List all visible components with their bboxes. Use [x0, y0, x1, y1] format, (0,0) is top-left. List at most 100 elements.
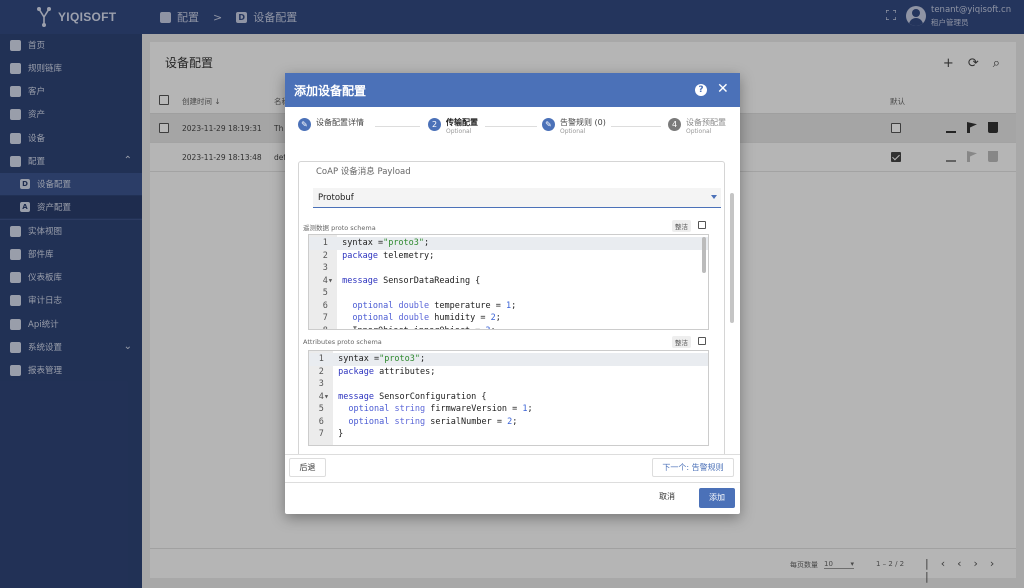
step-sub: Optional	[686, 128, 712, 135]
dialog-body: CoAP 设备消息 Payload Protobuf 遥测数据 proto sc…	[289, 153, 736, 455]
code-line[interactable]: 5	[309, 287, 708, 300]
code-line[interactable]: 1 syntax ="proto3";	[309, 353, 708, 366]
step-transport[interactable]: 2 传输配置 Optional	[428, 118, 478, 136]
code-line[interactable]: 5 optional string firmwareVersion = 1;	[309, 403, 708, 416]
code-token: ;	[511, 300, 517, 311]
code-token: package	[338, 366, 374, 377]
dropdown-arrow-icon	[711, 195, 717, 199]
divider	[285, 454, 740, 455]
stepper: ✎ 设备配置详情 2 传输配置 Optional ✎ 告警规则 (0) Option…	[285, 118, 740, 148]
code-token: SensorConfiguration {	[373, 391, 487, 402]
line-number: 7	[318, 429, 329, 439]
step-alarm-rules[interactable]: ✎ 告警规则 (0) Optional	[542, 118, 606, 136]
line-number: 4▾	[318, 391, 329, 402]
attributes-schema-editor[interactable]: 1 syntax ="proto3"; 2 package attributes;…	[308, 350, 709, 446]
tidy-button[interactable]: 整洁	[672, 336, 691, 348]
edit-icon: ✎	[542, 118, 555, 131]
code-line[interactable]: 3	[309, 378, 708, 391]
code-token: ;	[512, 416, 518, 427]
code-token: ;	[420, 354, 426, 364]
step-sub: Optional	[446, 128, 472, 135]
code-line[interactable]: 8 InnerObject innerObject = 3;	[309, 325, 708, 330]
step-label: 告警规则 (0)	[560, 118, 606, 127]
line-number: 6	[318, 416, 329, 427]
code-token: syntax =	[338, 354, 380, 364]
step-number: 2	[428, 118, 441, 131]
dialog-title: 添加设备配置	[294, 84, 367, 98]
payload-fieldset: CoAP 设备消息 Payload Protobuf 遥测数据 proto sc…	[298, 161, 725, 455]
attributes-schema-label: Attributes proto schema	[303, 338, 382, 346]
line-number: 7	[322, 313, 333, 323]
editor-scrollbar[interactable]	[702, 237, 706, 273]
code-token: SensorDataReading {	[377, 275, 481, 286]
code-token: ;	[491, 326, 496, 330]
code-line[interactable]: 3	[309, 262, 708, 275]
step-sub: Optional	[560, 128, 586, 135]
code-token: syntax =	[342, 238, 384, 248]
close-icon[interactable]: ✕	[717, 81, 729, 97]
code-token: temperature =	[429, 300, 506, 311]
code-token: InnerObject innerObject =	[342, 326, 485, 330]
dialog-scrollbar[interactable]	[730, 193, 734, 323]
divider	[285, 482, 740, 483]
line-number: 2	[318, 366, 329, 377]
step-number: 4	[668, 118, 681, 131]
fullscreen-icon[interactable]	[698, 337, 706, 345]
line-number: 6	[322, 300, 333, 311]
code-token: message	[338, 391, 374, 402]
code-token: "proto3"	[379, 354, 421, 364]
telemetry-schema-label: 遥测数据 proto schema	[303, 224, 376, 232]
code-line[interactable]: 1 syntax ="proto3";	[309, 237, 708, 250]
code-line[interactable]: 4▾ message SensorDataReading {	[309, 275, 708, 288]
step-provisioning[interactable]: 4 设备预配置 Optional	[668, 118, 726, 136]
help-icon[interactable]: ?	[695, 84, 707, 96]
code-line[interactable]: 2 package telemetry;	[309, 250, 708, 263]
code-line[interactable]: 4▾ message SensorConfiguration {	[309, 391, 708, 404]
step-label: 传输配置	[446, 118, 478, 127]
code-token: }	[338, 429, 344, 439]
code-line[interactable]: 7 }	[309, 428, 708, 441]
code-line[interactable]: 6 optional string serialNumber = 2;	[309, 416, 708, 429]
payload-type-value: Protobuf	[318, 193, 354, 203]
line-number: 3	[318, 379, 329, 389]
code-token: telemetry;	[377, 250, 435, 261]
line-number: 1	[322, 238, 333, 248]
code-line[interactable]: 6 optional double temperature = 1;	[309, 300, 708, 313]
add-button[interactable]: 添加	[699, 488, 735, 508]
code-token: double	[398, 313, 430, 323]
line-number: 8	[309, 325, 337, 330]
code-token: ;	[527, 404, 533, 414]
add-device-profile-dialog: 添加设备配置 ? ✕ ✎ 设备配置详情 2 传输配置 Optional ✎ 告警规…	[285, 73, 740, 514]
step-device-profile-details[interactable]: ✎ 设备配置详情	[298, 118, 364, 131]
next-button[interactable]: 下一个: 告警规则	[652, 458, 734, 477]
line-number: 3	[322, 263, 333, 273]
code-token: serialNumber =	[425, 416, 508, 427]
dialog-header: 添加设备配置 ? ✕	[285, 73, 740, 107]
code-token: optional	[352, 313, 394, 323]
code-token: optional	[348, 416, 390, 427]
back-button[interactable]: 后退	[289, 458, 326, 477]
code-line[interactable]: 7 optional double humidity = 2;	[309, 312, 708, 325]
step-connector	[485, 126, 537, 127]
step-connector	[375, 126, 420, 127]
cancel-button[interactable]: 取消	[659, 491, 675, 502]
line-number: 4▾	[322, 275, 333, 286]
code-token: package	[342, 250, 378, 261]
code-token: firmwareVersion =	[425, 404, 523, 414]
fullscreen-icon[interactable]	[698, 221, 706, 229]
step-label: 设备预配置	[686, 118, 726, 127]
tidy-button[interactable]: 整洁	[672, 220, 691, 232]
telemetry-schema-editor[interactable]: 1 syntax ="proto3"; 2 package telemetry; 3…	[308, 234, 709, 330]
line-number: 2	[322, 250, 333, 261]
code-line[interactable]: 2 package attributes;	[309, 366, 708, 379]
code-token: humidity =	[429, 313, 491, 323]
step-label: 设备配置详情	[316, 118, 364, 127]
code-token: ;	[495, 313, 501, 323]
code-token: message	[342, 275, 378, 286]
line-number: 1	[318, 354, 329, 364]
payload-type-select[interactable]: Protobuf	[313, 188, 721, 208]
